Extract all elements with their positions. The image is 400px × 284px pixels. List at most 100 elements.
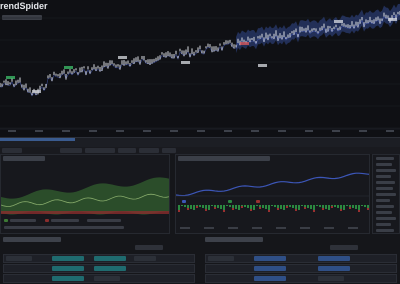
winning-trade-bar	[283, 205, 285, 210]
condition-target[interactable]	[94, 276, 120, 281]
winning-trade-bar	[274, 205, 276, 207]
condition-indicator[interactable]	[254, 276, 286, 281]
exit-condition-row[interactable]	[205, 264, 397, 273]
condition-indicator[interactable]	[52, 276, 84, 281]
entry-condition-row[interactable]	[3, 274, 195, 283]
equity-summary-text	[4, 226, 124, 229]
x-axis-tick-label	[278, 130, 286, 132]
winning-trade-bar	[247, 205, 249, 208]
sidebar-item[interactable]	[376, 205, 394, 208]
winning-trade-bar	[313, 205, 315, 210]
losing-trade-bar	[205, 209, 207, 211]
fees-select[interactable]	[162, 148, 176, 153]
exit-add-condition-link[interactable]	[330, 245, 358, 250]
exit-condition-row[interactable]	[205, 254, 397, 263]
winning-trade-bar	[229, 205, 231, 207]
condition-indicator[interactable]	[254, 256, 286, 261]
winning-trade-bar	[307, 205, 309, 208]
sidebar-item[interactable]	[376, 175, 391, 178]
position-size-select[interactable]	[139, 148, 159, 153]
trendspider-app: rendSpider	[0, 0, 400, 284]
condition-value[interactable]	[134, 256, 156, 261]
sidebar-item[interactable]	[376, 169, 396, 172]
date-range-select[interactable]	[85, 148, 115, 153]
condition-target[interactable]	[318, 276, 344, 281]
winning-trade-bar	[268, 205, 270, 210]
entry-condition-row[interactable]	[3, 264, 195, 273]
winning-trade-bar	[277, 205, 279, 208]
winning-trade-bar	[280, 205, 282, 209]
x-axis-tick-label	[204, 227, 214, 229]
losing-trade-bar	[295, 209, 297, 211]
winning-trade-bar	[259, 205, 261, 207]
winning-trade-bar	[364, 205, 366, 207]
sidebar-item[interactable]	[376, 211, 392, 214]
winning-trade-bar	[310, 205, 312, 209]
sidebar-item[interactable]	[376, 193, 396, 196]
equity-chart[interactable]	[1, 155, 170, 234]
winning-trade-bar	[355, 205, 357, 209]
price-chart-area[interactable]: rendSpider	[0, 0, 400, 137]
winning-trade-bar	[349, 205, 351, 207]
winning-trade-bar	[232, 205, 234, 208]
trade-signal-label	[388, 18, 397, 21]
sidebar-item[interactable]	[376, 163, 392, 166]
condition-target[interactable]	[318, 256, 350, 261]
x-axis-tick-label	[305, 130, 313, 132]
symbol-select[interactable]	[2, 148, 22, 153]
sidebar-item[interactable]	[376, 217, 396, 220]
condition-indicator[interactable]	[52, 266, 84, 271]
losing-trade-bar	[223, 210, 225, 212]
winning-trade-bar	[193, 205, 195, 210]
losing-trade-bar	[196, 206, 198, 208]
sidebar-item[interactable]	[376, 223, 391, 226]
sidebar-item[interactable]	[376, 157, 394, 160]
losing-trade-bar	[286, 206, 288, 208]
winning-trade-bar	[367, 205, 369, 208]
entry-conditions-header	[3, 237, 61, 242]
entry-condition-row[interactable]	[3, 254, 195, 263]
legend-strategy	[10, 219, 36, 222]
losing-trade-bar	[232, 208, 234, 210]
winning-trade-bar	[187, 205, 189, 208]
winning-trade-bar	[190, 205, 192, 209]
condition-indicator[interactable]	[52, 256, 84, 261]
winning-trade-bar	[325, 205, 327, 209]
x-axis-tick-label	[300, 227, 310, 229]
trade-signal-label	[32, 90, 41, 93]
exit-condition-row[interactable]	[205, 274, 397, 283]
entry-add-condition-link[interactable]	[135, 245, 163, 250]
sidebar-item[interactable]	[376, 229, 394, 232]
winning-trade-bar	[340, 205, 342, 209]
condition-target[interactable]	[318, 266, 350, 271]
winning-trade-bar	[301, 205, 303, 206]
x-axis-tick-label	[252, 227, 262, 229]
trade-signal-label	[64, 66, 73, 69]
x-axis-tick-label	[276, 227, 286, 229]
trade-direction-select[interactable]	[118, 148, 136, 153]
timeframe-select[interactable]	[60, 148, 82, 153]
winning-trade-bar	[361, 205, 363, 206]
winning-trade-bar	[343, 205, 345, 210]
winning-trade-bar	[238, 205, 240, 210]
sidebar-item[interactable]	[376, 187, 393, 190]
sidebar-item[interactable]	[376, 181, 395, 184]
x-axis-tick-label	[386, 130, 394, 132]
condition-target[interactable]	[94, 266, 126, 271]
price-chart[interactable]	[0, 0, 400, 137]
condition-indicator[interactable]	[254, 266, 286, 271]
toolbar-accent	[0, 138, 75, 141]
losing-trade-bar	[313, 210, 315, 212]
winning-trade-bar	[295, 205, 297, 209]
legend-buy-hold-color	[45, 219, 49, 222]
strategy-return-line	[176, 172, 369, 197]
condition-operator[interactable]	[6, 256, 32, 261]
sidebar-item[interactable]	[376, 199, 390, 202]
performance-panel	[175, 154, 370, 234]
winning-trade-bar	[181, 205, 183, 206]
performance-chart[interactable]	[176, 155, 370, 234]
condition-target[interactable]	[94, 256, 126, 261]
x-axis-tick-label	[170, 130, 178, 132]
condition-operator[interactable]	[208, 256, 234, 261]
legend-buy-hold	[51, 219, 79, 222]
